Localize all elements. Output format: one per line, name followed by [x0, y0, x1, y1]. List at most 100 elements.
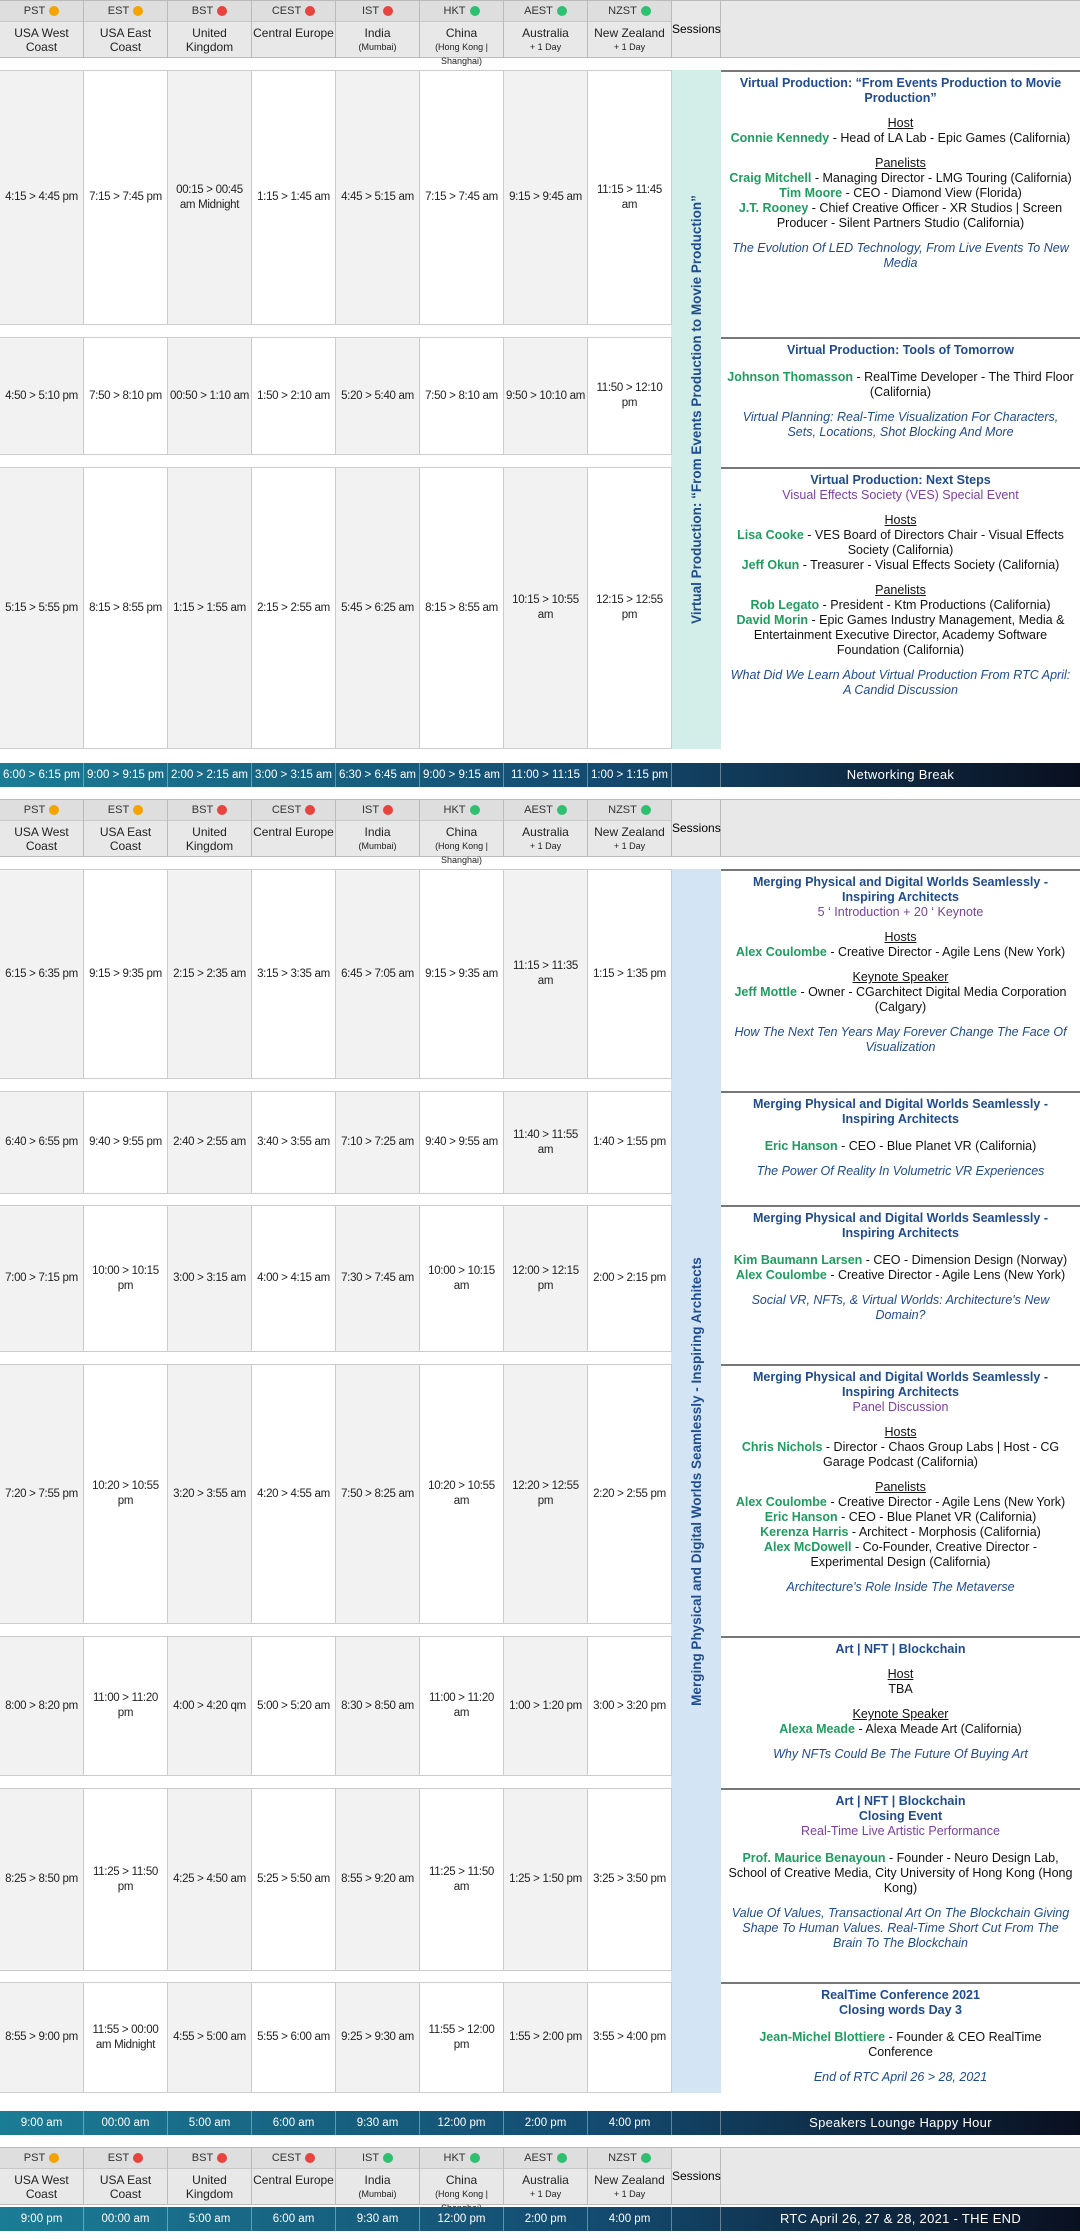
timezone-abbr-text: CEST	[271, 5, 302, 17]
time-cell: 3:40 > 3:55 am	[252, 1091, 336, 1194]
speaker-name: Chris Nichols	[741, 1440, 823, 1454]
timezone-sub: + 1 Day	[613, 42, 646, 52]
session-title: Merging Physical and Digital Worlds Seam…	[753, 875, 1048, 904]
speaker-role: - Architect - Morphosis (California)	[848, 1525, 1041, 1539]
bar-time-cell: 5:00 am	[168, 2207, 252, 2231]
timezone-abbr-text: HKT	[443, 5, 466, 17]
talk-title: The Evolution Of LED Technology, From Li…	[732, 241, 1069, 270]
session-details: Merging Physical and Digital Worlds Seam…	[721, 869, 1080, 1079]
speaker-line: Connie Kennedy - Head of LA Lab - Epic G…	[727, 131, 1074, 146]
timezone-column-header: HKT China (Hong Kong | Shanghai)	[420, 800, 504, 865]
time-cell: 7:30 > 7:45 am	[336, 1205, 420, 1352]
timezone-name-text: USA West Coast	[14, 825, 69, 853]
speaker-name: Rob Legato	[750, 598, 820, 612]
session-row: 7:00 > 7:15 pm 10:00 > 10:15 pm 3:00 > 3:1…	[0, 1205, 1080, 1352]
timezone-name-text: Australia	[522, 2173, 569, 2187]
timezone-abbr: NZST	[588, 1, 671, 22]
speaker-name: Alexa Meade	[779, 1722, 855, 1736]
timezone-abbr-text: PST	[23, 2152, 46, 2164]
bar-time-cell: 9:30 am	[336, 2111, 420, 2135]
status-dot-icon	[133, 6, 144, 17]
speaker-name: Alex McDowell	[763, 1540, 852, 1554]
timezone-column-header: BST United Kingdom	[168, 800, 252, 856]
status-dot-icon	[556, 805, 567, 816]
time-cell: 4:20 > 4:55 am	[252, 1364, 336, 1624]
speaker-line: Rob Legato - President - Ktm Productions…	[727, 598, 1074, 613]
timezone-name: USA East Coast	[84, 821, 167, 853]
timezone-header: PST USA West Coast EST USA East Coast BST Uni…	[0, 2147, 1080, 2213]
timezone-abbr-text: BST	[191, 5, 214, 17]
speaker-name: David Morin	[736, 613, 809, 627]
time-cell: 7:15 > 7:45 am	[420, 70, 504, 325]
time-cell: 7:50 > 8:10 am	[420, 337, 504, 455]
timezone-abbr: HKT	[420, 1, 503, 22]
speaker-group-heading: Hosts	[884, 513, 917, 527]
time-cell: 4:50 > 5:10 pm	[0, 337, 84, 455]
status-dot-icon	[305, 805, 316, 816]
timezone-name-text: Central Europe	[253, 825, 334, 839]
time-cell: 11:00 > 11:20 am	[420, 1636, 504, 1776]
timezone-sub: + 1 Day	[613, 2189, 646, 2199]
timezone-name-text: China	[445, 825, 478, 839]
timezone-name-text: India	[364, 26, 391, 40]
time-cell: 12:20 > 12:55 pm	[504, 1364, 588, 1624]
timezone-name-text: India	[364, 825, 391, 839]
time-cell: 10:15 > 10:55 am	[504, 467, 588, 749]
time-cell: 10:00 > 10:15 pm	[84, 1205, 168, 1352]
timezone-column-header: EST USA East Coast	[84, 800, 168, 856]
timezone-abbr: BST	[168, 1, 251, 22]
timezone-name: Central Europe	[252, 821, 335, 839]
speaker-line: TBA	[727, 1682, 1074, 1697]
time-cell: 8:25 > 8:50 pm	[0, 1788, 84, 1971]
timezone-name: USA West Coast	[0, 22, 83, 54]
speaker-line: Lisa Cooke - VES Board of Directors Chai…	[727, 528, 1074, 558]
timezone-name: New Zealand + 1 Day	[588, 2169, 671, 2201]
timezone-name: Australia + 1 Day	[504, 821, 587, 853]
time-cell: 1:00 > 1:20 pm	[504, 1636, 588, 1776]
time-cell: 5:15 > 5:55 pm	[0, 467, 84, 749]
status-dot-icon	[556, 6, 567, 17]
timezone-column-header: AEST Australia + 1 Day	[504, 800, 588, 856]
time-cell: 5:25 > 5:50 am	[252, 1788, 336, 1971]
timezone-abbr: HKT	[420, 800, 503, 821]
time-cell: 7:00 > 7:15 pm	[0, 1205, 84, 1352]
timezone-column-header: PST USA West Coast	[0, 2148, 84, 2204]
timezone-abbr-text: EST	[107, 5, 130, 17]
timezone-name-text: USA West Coast	[14, 26, 69, 54]
timezone-column-header: PST USA West Coast	[0, 1, 84, 57]
speaker-line: Jeff Okun - Treasurer - Visual Effects S…	[727, 558, 1074, 573]
timezone-abbr: PST	[0, 1, 83, 22]
timezone-abbr-text: IST	[361, 5, 380, 17]
speaker-role: - President - Ktm Productions (Californi…	[819, 598, 1051, 612]
speaker-line: Alex McDowell - Co-Founder, Creative Dir…	[727, 1540, 1074, 1570]
bar-time-cell: 9:30 am	[336, 2207, 420, 2231]
time-cell: 00:50 > 1:10 am	[168, 337, 252, 455]
time-cell: 3:00 > 3:20 pm	[588, 1636, 672, 1776]
bar-time-cell: 2:00 pm	[504, 2111, 588, 2135]
status-dot-icon	[469, 805, 480, 816]
talk-title: How The Next Ten Years May Forever Chang…	[734, 1025, 1067, 1054]
session-details: Merging Physical and Digital Worlds Seam…	[721, 1091, 1080, 1194]
timezone-name: New Zealand + 1 Day	[588, 821, 671, 853]
status-dot-icon	[305, 2153, 316, 2164]
speaker-role: - Director - Chaos Group Labs | Host - C…	[822, 1440, 1060, 1469]
talk-title: Value Of Values, Transactional Art On Th…	[731, 1906, 1070, 1950]
time-cell: 4:15 > 4:45 pm	[0, 70, 84, 325]
bar-time-cell: 4:00 pm	[588, 2111, 672, 2135]
bar-time-cell: 9:00 > 9:15 pm	[84, 763, 168, 787]
speaker-name: J.T. Rooney	[738, 201, 809, 215]
timezone-name: USA West Coast	[0, 2169, 83, 2201]
speaker-group-heading: Panelists	[875, 1480, 926, 1494]
status-dot-icon	[640, 2153, 651, 2164]
timezone-abbr-text: CEST	[271, 2152, 302, 2164]
talk-title: Why NFTs Could Be The Future Of Buying A…	[773, 1747, 1028, 1761]
time-cell: 00:15 > 00:45 am Midnight	[168, 70, 252, 325]
session-title: Art | NFT | Blockchain	[835, 1642, 966, 1656]
speaker-line: Chris Nichols - Director - Chaos Group L…	[727, 1440, 1074, 1470]
speaker-line: David Morin - Epic Games Industry Manage…	[727, 613, 1074, 658]
talk-title: Social VR, NFTs, & Virtual Worlds: Archi…	[751, 1293, 1050, 1322]
closing-bar: 9:00 pm 00:00 am 5:00 am 6:00 am 9:30 am 12:0…	[0, 2207, 1080, 2231]
speaker-name: Connie Kennedy	[730, 131, 830, 145]
timezone-column-header: BST United Kingdom	[168, 2148, 252, 2204]
